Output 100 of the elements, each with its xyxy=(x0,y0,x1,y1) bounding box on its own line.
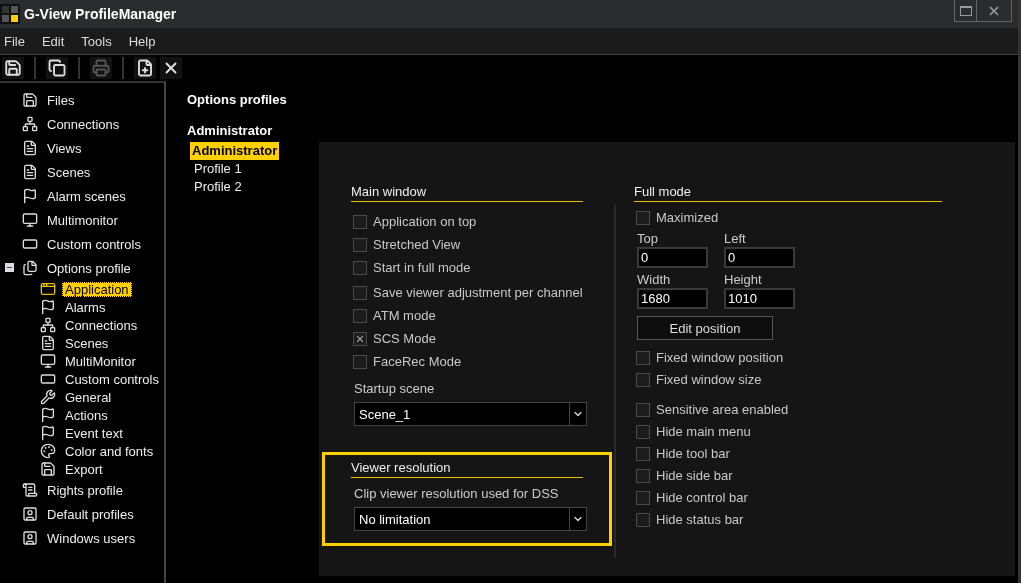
tree-item[interactable]: Connections xyxy=(62,317,141,333)
profile-item[interactable]: Administrator xyxy=(190,142,280,160)
checkbox-label: Hide side bar xyxy=(656,468,733,483)
checkbox-label: Save viewer adjustment per channel xyxy=(373,285,583,300)
checkbox[interactable] xyxy=(353,237,367,252)
menu-item[interactable]: File xyxy=(4,33,25,49)
save-icon xyxy=(4,59,22,77)
floppy-icon xyxy=(22,92,38,108)
tree-item[interactable]: Event text xyxy=(62,425,126,441)
checkbox-label: Hide tool bar xyxy=(656,446,730,461)
checkbox-label: Start in full mode xyxy=(373,260,471,275)
tree-item[interactable]: General xyxy=(62,389,115,405)
dropdown[interactable]: No limitation xyxy=(354,507,587,531)
checkbox-label: Hide control bar xyxy=(656,490,748,505)
maximize-icon xyxy=(959,5,972,16)
flag-icon xyxy=(22,188,38,204)
floppy-icon xyxy=(40,461,56,477)
delete-button[interactable] xyxy=(160,57,182,79)
checkbox[interactable] xyxy=(353,308,367,323)
document-icon xyxy=(22,164,38,180)
number-field[interactable]: 0 xyxy=(637,247,708,268)
number-field[interactable]: 0 xyxy=(724,247,795,268)
number-field[interactable]: 1010 xyxy=(724,288,795,309)
tree-item[interactable]: Scenes xyxy=(44,164,94,180)
tree-item[interactable]: Alarm scenes xyxy=(44,188,129,204)
printer-icon xyxy=(92,59,110,77)
tree-item[interactable]: Default profiles xyxy=(44,506,137,522)
flag-icon xyxy=(40,407,56,423)
checkbox[interactable] xyxy=(636,210,650,225)
tree-item[interactable]: Rights profile xyxy=(44,482,126,498)
tree-item[interactable]: Application xyxy=(62,281,132,297)
checkbox[interactable] xyxy=(353,331,367,346)
checkbox-label: Sensitive area enabled xyxy=(656,402,789,417)
tree-item[interactable]: Alarms xyxy=(62,299,109,315)
copy-button[interactable] xyxy=(46,57,68,79)
field-label: Clip viewer resolution used for DSS xyxy=(354,486,560,501)
checkbox-label: Fixed window size xyxy=(656,372,762,387)
field-label: Left xyxy=(724,231,747,247)
checkbox-label: Application on top xyxy=(373,214,477,229)
tree-item[interactable]: MultiMonitor xyxy=(62,353,139,369)
scroll-icon xyxy=(22,482,38,498)
checkbox[interactable] xyxy=(636,402,650,417)
number-field[interactable]: 1680 xyxy=(637,288,708,309)
tree-item[interactable]: Export xyxy=(62,461,106,477)
checkbox[interactable] xyxy=(636,446,650,461)
menu-item[interactable]: Tools xyxy=(81,33,112,49)
tree-item[interactable]: Options profile xyxy=(44,260,134,276)
new-file-button[interactable] xyxy=(134,57,156,79)
group-title: Main window xyxy=(351,184,583,202)
checkbox[interactable] xyxy=(353,354,367,369)
checkbox-label: Maximized xyxy=(656,210,719,225)
document-icon xyxy=(40,335,56,351)
tree-item[interactable]: Color and fonts xyxy=(62,443,157,459)
button-icon xyxy=(22,236,38,252)
flag-icon xyxy=(40,299,56,315)
checkbox[interactable] xyxy=(636,468,650,483)
check-mark-icon xyxy=(355,333,365,344)
checkbox[interactable] xyxy=(353,214,367,229)
profile-item[interactable]: Profile 2 xyxy=(190,178,244,196)
new-file-icon xyxy=(136,59,154,77)
checkbox[interactable] xyxy=(353,285,367,300)
tree-item[interactable]: Files xyxy=(44,92,78,108)
tree-item[interactable]: Scenes xyxy=(62,335,112,351)
checkbox[interactable] xyxy=(636,350,650,365)
tree-item[interactable]: Custom controls xyxy=(62,371,162,387)
menu-item[interactable]: Help xyxy=(128,33,156,49)
documents-icon xyxy=(22,260,38,276)
palette-icon xyxy=(40,443,56,459)
group-title: Full mode xyxy=(634,184,942,202)
tree-item[interactable]: Connections xyxy=(44,116,123,132)
tree-item[interactable]: Multimonitor xyxy=(44,212,121,228)
profile-item[interactable]: Profile 1 xyxy=(190,160,244,178)
checkbox[interactable] xyxy=(636,372,650,387)
monitor-icon xyxy=(22,212,38,228)
checkbox-label: Stretched View xyxy=(373,237,461,252)
menu-item[interactable]: Edit xyxy=(41,33,65,49)
tree-item[interactable]: Custom controls xyxy=(44,236,144,252)
window-title: G-View ProfileManager xyxy=(24,6,177,22)
edit-position-button[interactable]: Edit position xyxy=(637,316,773,340)
field-label: Width xyxy=(637,272,672,288)
collapse-toggle[interactable] xyxy=(5,263,14,272)
document-icon xyxy=(22,140,38,156)
save-button[interactable] xyxy=(2,57,24,79)
tree-item[interactable]: Actions xyxy=(62,407,111,423)
checkbox-label: FaceRec Mode xyxy=(373,354,462,369)
profile-heading: Administrator xyxy=(187,123,274,138)
checkbox[interactable] xyxy=(636,424,650,439)
button-icon xyxy=(40,371,56,387)
section-title: Options profiles xyxy=(187,92,288,107)
copy-icon xyxy=(48,59,66,77)
checkbox-label: Hide status bar xyxy=(656,512,744,527)
checkbox[interactable] xyxy=(636,512,650,527)
window-icon xyxy=(40,281,56,297)
checkbox[interactable] xyxy=(636,490,650,505)
dropdown[interactable]: Scene_1 xyxy=(354,402,587,426)
checkbox[interactable] xyxy=(353,260,367,275)
tree-item[interactable]: Views xyxy=(44,140,85,156)
checkbox-label: ATM mode xyxy=(373,308,436,323)
tree-item[interactable]: Windows users xyxy=(44,530,139,546)
wrench-icon xyxy=(40,389,56,405)
